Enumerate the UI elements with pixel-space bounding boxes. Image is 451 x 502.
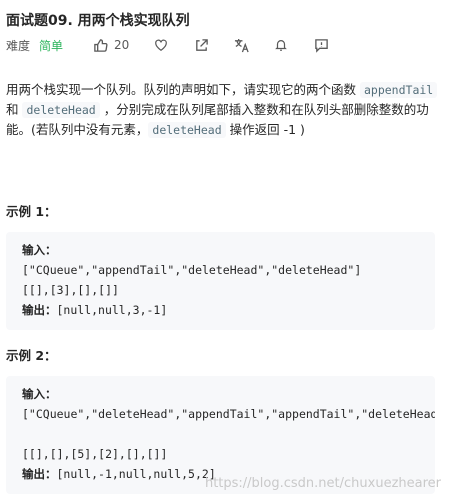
inline-code-delete-head: deleteHead bbox=[148, 122, 226, 138]
example-1-title: 示例 1： bbox=[6, 204, 57, 219]
problem-meta-bar: 难度 简单 20 bbox=[6, 37, 353, 53]
output-label: 输出： bbox=[22, 303, 57, 317]
output-label: 输出： bbox=[22, 467, 57, 481]
problem-description: 用两个栈实现一个队列。队列的声明如下，请实现它的两个函数 appendTail … bbox=[6, 80, 444, 140]
comment-icon bbox=[315, 38, 328, 53]
difficulty-label: 难度 bbox=[6, 38, 31, 53]
translate-icon bbox=[234, 38, 249, 52]
thumbs-up-icon bbox=[94, 38, 108, 52]
like-count: 20 bbox=[114, 38, 130, 52]
example-output: [null,-1,null,null,5,2] bbox=[56, 467, 216, 481]
like-button[interactable]: 20 bbox=[93, 38, 129, 53]
inline-code-append-tail: appendTail bbox=[359, 82, 438, 98]
example-line: [[],[],[5],[2],[],[]] bbox=[22, 447, 168, 461]
problem-title: 面试题09. 用两个栈实现队列 bbox=[6, 13, 190, 29]
example-line: ["CQueue","deleteHead","appendTail","app… bbox=[22, 407, 435, 421]
example-line: ["CQueue","appendTail","deleteHead","del… bbox=[22, 263, 362, 277]
translate-button[interactable] bbox=[233, 37, 249, 53]
example-2-title: 示例 2： bbox=[6, 348, 57, 363]
difficulty-badge: 简单 bbox=[39, 38, 64, 53]
example-output: [null,null,3,-1] bbox=[56, 303, 168, 317]
inline-code-delete-head: deleteHead bbox=[22, 102, 100, 118]
input-label: 输入： bbox=[22, 387, 57, 401]
example-line: ​ bbox=[22, 424, 435, 444]
example-line: [[],[3],[],[]] bbox=[22, 283, 119, 297]
share-button[interactable] bbox=[193, 37, 209, 53]
watermark: https://blog.csdn.net/chuxuezhearer bbox=[204, 476, 441, 491]
share-icon bbox=[195, 38, 208, 51]
heart-icon bbox=[155, 39, 168, 51]
input-label: 输入： bbox=[22, 243, 57, 257]
description-text: 用两个栈实现一个队列。队列的声明如下，请实现它的两个函数 bbox=[6, 82, 360, 97]
favorite-button[interactable] bbox=[153, 37, 169, 53]
feedback-button[interactable] bbox=[313, 37, 329, 53]
bell-icon bbox=[275, 40, 288, 51]
notification-button[interactable] bbox=[273, 37, 289, 53]
description-text: 和 bbox=[6, 102, 23, 117]
description-text: 操作返回 -1 ) bbox=[225, 122, 305, 137]
example-1-code-block: 输入： ["CQueue","appendTail","deleteHead",… bbox=[6, 232, 435, 330]
